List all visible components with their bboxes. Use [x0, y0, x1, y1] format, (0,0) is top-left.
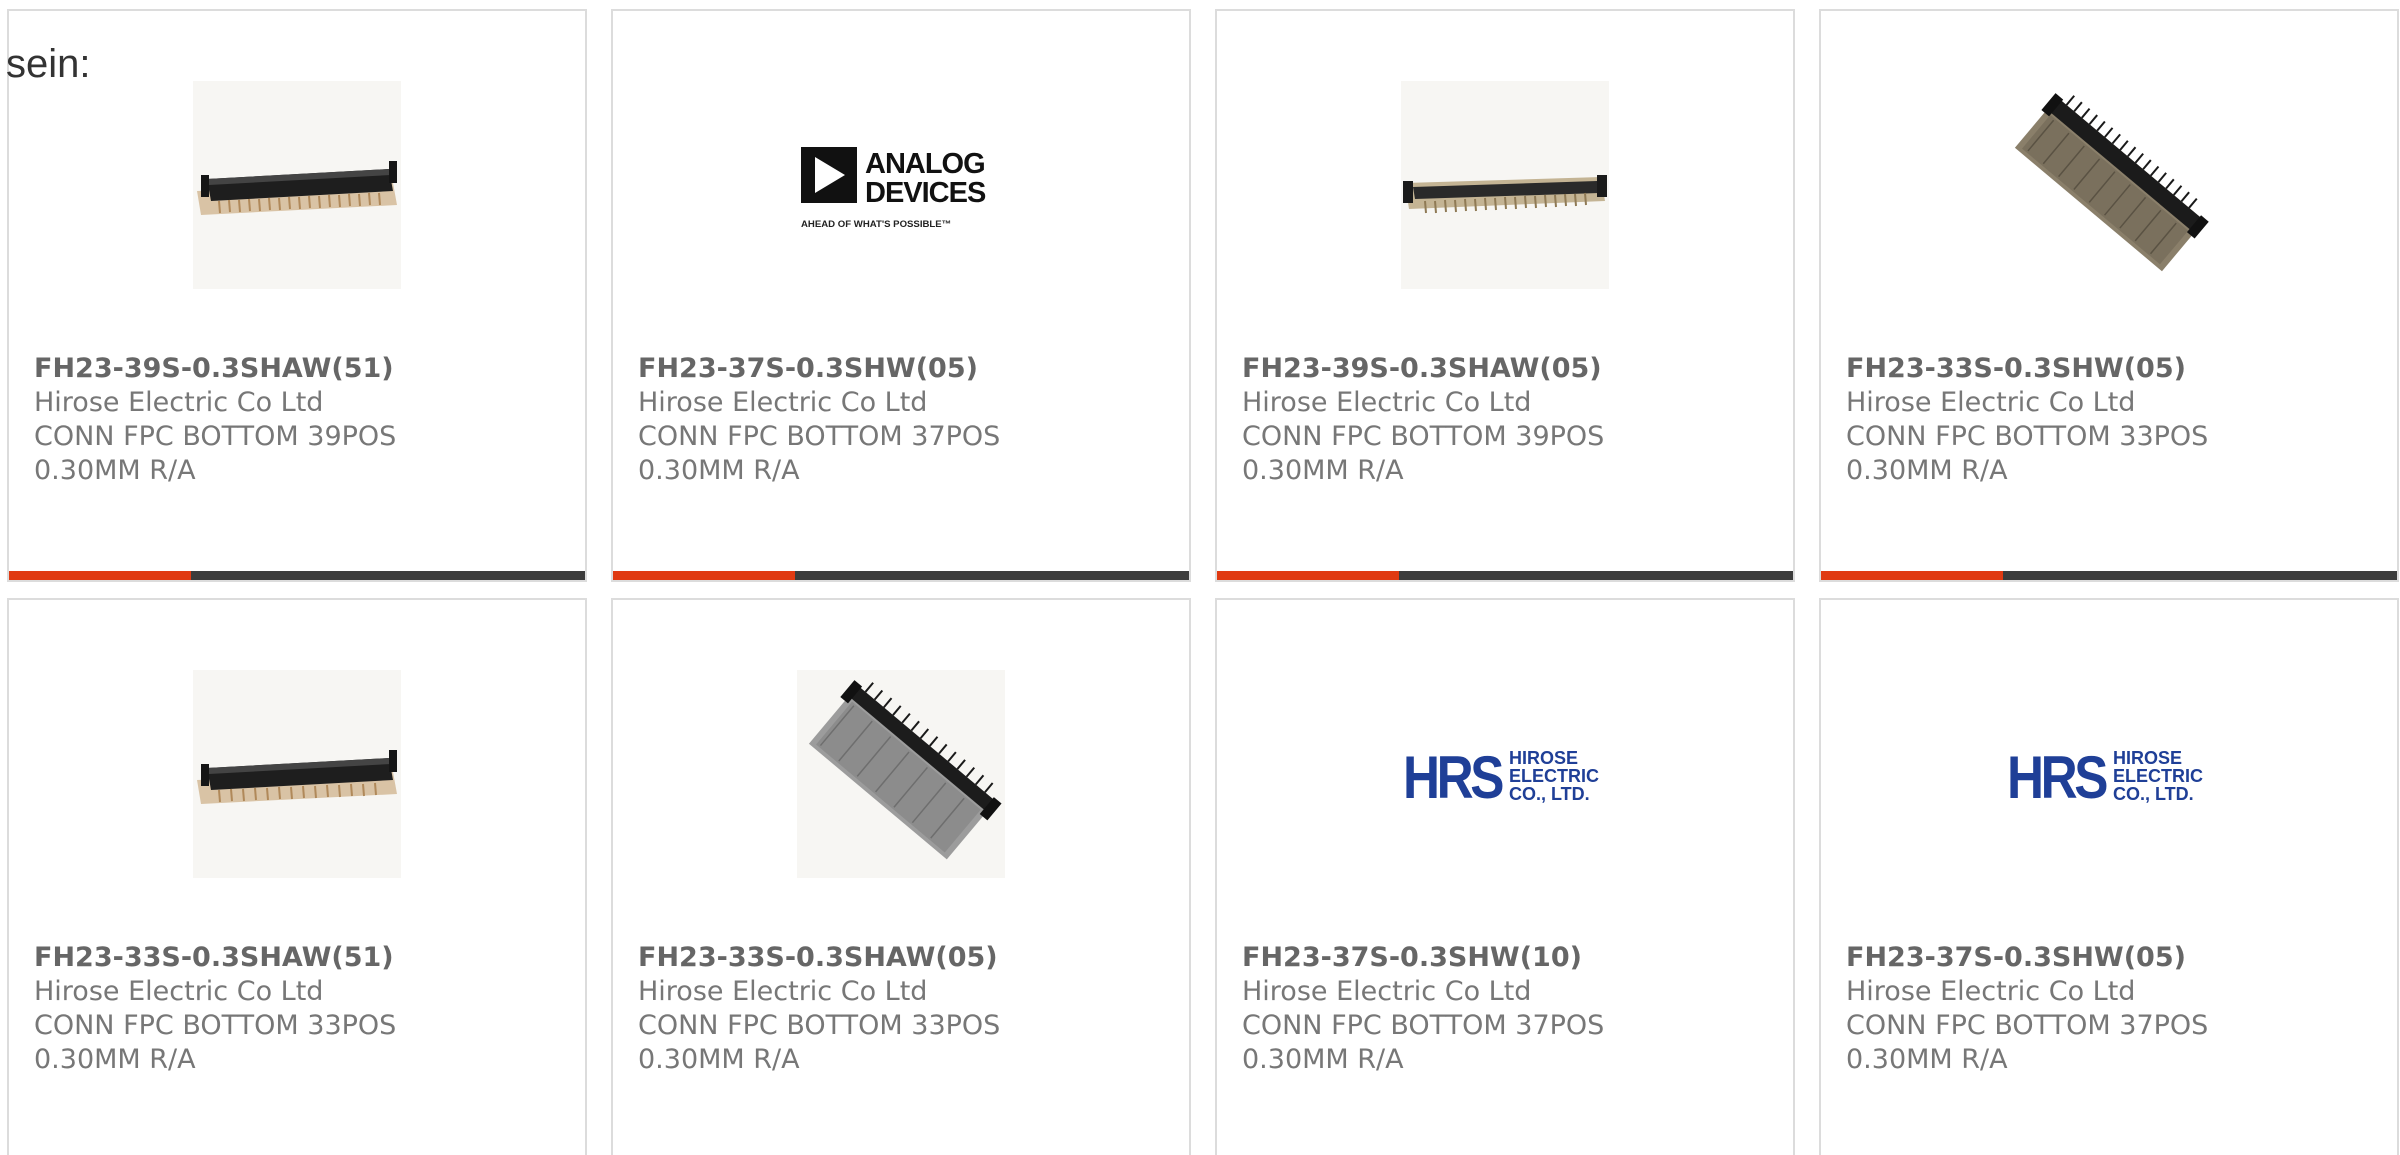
hirose-logo: HRS HIROSE ELECTRIC CO., LTD.: [2005, 670, 2213, 878]
part-number-link[interactable]: FH23-33S-0.3SHAW(51): [34, 941, 565, 975]
product-card[interactable]: HRS HIROSE ELECTRIC CO., LTD. FH23-37S-0…: [1819, 598, 2399, 1155]
hirose-logo-line3: CO., LTD.: [2113, 784, 2194, 804]
manufacturer-name: Hirose Electric Co Ltd: [1242, 387, 1532, 418]
card-accent-fill: [1821, 571, 2003, 580]
manufacturer-name: Hirose Electric Co Ltd: [1242, 976, 1532, 1007]
product-info: FH23-33S-0.3SHAW(51) Hirose Electric Co …: [34, 941, 565, 1077]
description-line-2: 0.30MM R/A: [638, 1044, 800, 1075]
product-info: FH23-33S-0.3SHAW(05) Hirose Electric Co …: [638, 941, 1169, 1077]
hirose-logo-line2: ELECTRIC: [2113, 766, 2203, 786]
part-number-link[interactable]: FH23-33S-0.3SHW(05): [1846, 352, 2377, 386]
fpc-connector-angled-grey-icon: [797, 670, 1005, 878]
description-line-1: CONN FPC BOTTOM 37POS: [638, 421, 1001, 452]
manufacturer-name: Hirose Electric Co Ltd: [638, 976, 928, 1007]
analog-devices-logo-line1: ANALOG: [865, 148, 985, 180]
product-results-page: sein: FH23-39S-0.3SHAW(51) Hirose Electr…: [0, 0, 2400, 1155]
description-line-2: 0.30MM R/A: [1846, 455, 2008, 486]
description-line-1: CONN FPC BOTTOM 33POS: [1846, 421, 2209, 452]
product-image[interactable]: [193, 81, 401, 289]
product-image[interactable]: HRS HIROSE ELECTRIC CO., LTD.: [2005, 670, 2213, 878]
product-image[interactable]: ANALOG DEVICES AHEAD OF WHAT'S POSSIBLE™: [797, 81, 1005, 289]
card-accent-fill: [1217, 571, 1399, 580]
description-line-2: 0.30MM R/A: [1242, 1044, 1404, 1075]
description-line-2: 0.30MM R/A: [34, 455, 196, 486]
product-info: FH23-37S-0.3SHW(10) Hirose Electric Co L…: [1242, 941, 1773, 1077]
card-accent-fill: [613, 571, 795, 580]
description-line-2: 0.30MM R/A: [1846, 1044, 2008, 1075]
product-card[interactable]: FH23-39S-0.3SHAW(51) Hirose Electric Co …: [7, 9, 587, 582]
hirose-logo: HRS HIROSE ELECTRIC CO., LTD.: [1401, 670, 1609, 878]
manufacturer-name: Hirose Electric Co Ltd: [638, 387, 928, 418]
product-image[interactable]: HRS HIROSE ELECTRIC CO., LTD.: [1401, 670, 1609, 878]
part-number-link[interactable]: FH23-39S-0.3SHAW(05): [1242, 352, 1773, 386]
card-accent-bar: [9, 571, 585, 580]
card-accent-bar: [1217, 571, 1793, 580]
card-accent-bar: [1821, 571, 2397, 580]
analog-devices-logo: ANALOG DEVICES AHEAD OF WHAT'S POSSIBLE™: [797, 81, 1005, 289]
hirose-logo-line1: HIROSE: [2113, 748, 2182, 768]
product-info: FH23-39S-0.3SHAW(05) Hirose Electric Co …: [1242, 352, 1773, 488]
manufacturer-name: Hirose Electric Co Ltd: [1846, 976, 2136, 1007]
product-info: FH23-37S-0.3SHW(05) Hirose Electric Co L…: [1846, 941, 2377, 1077]
description-line-1: CONN FPC BOTTOM 39POS: [34, 421, 397, 452]
fpc-connector-angled-icon: [2005, 81, 2213, 289]
description-line-1: CONN FPC BOTTOM 33POS: [638, 1010, 1001, 1041]
product-info: FH23-37S-0.3SHW(05) Hirose Electric Co L…: [638, 352, 1169, 488]
product-image[interactable]: [797, 670, 1005, 878]
product-grid: FH23-39S-0.3SHAW(51) Hirose Electric Co …: [0, 0, 2400, 1155]
part-number-link[interactable]: FH23-37S-0.3SHW(10): [1242, 941, 1773, 975]
intro-text: sein:: [6, 42, 91, 86]
description-line-2: 0.30MM R/A: [34, 1044, 196, 1075]
hirose-logo-line1: HIROSE: [1509, 748, 1578, 768]
description-line-1: CONN FPC BOTTOM 37POS: [1242, 1010, 1605, 1041]
description-line-1: CONN FPC BOTTOM 37POS: [1846, 1010, 2209, 1041]
fpc-connector-flat-beige-icon: [1401, 81, 1609, 289]
description-line-2: 0.30MM R/A: [638, 455, 800, 486]
hirose-logo-mark: HRS: [1403, 744, 1503, 811]
hirose-logo-line2: ELECTRIC: [1509, 766, 1599, 786]
card-accent-bar: [613, 571, 1189, 580]
product-image[interactable]: [1401, 81, 1609, 289]
part-number-link[interactable]: FH23-39S-0.3SHAW(51): [34, 352, 565, 386]
product-card[interactable]: FH23-33S-0.3SHAW(51) Hirose Electric Co …: [7, 598, 587, 1155]
manufacturer-name: Hirose Electric Co Ltd: [1846, 387, 2136, 418]
manufacturer-name: Hirose Electric Co Ltd: [34, 387, 324, 418]
card-accent-fill: [9, 571, 191, 580]
product-image[interactable]: [2005, 81, 2213, 289]
manufacturer-name: Hirose Electric Co Ltd: [34, 976, 324, 1007]
product-card[interactable]: FH23-39S-0.3SHAW(05) Hirose Electric Co …: [1215, 9, 1795, 582]
description-line-1: CONN FPC BOTTOM 33POS: [34, 1010, 397, 1041]
part-number-link[interactable]: FH23-37S-0.3SHW(05): [1846, 941, 2377, 975]
analog-devices-logo-tagline: AHEAD OF WHAT'S POSSIBLE™: [801, 219, 951, 230]
fpc-connector-flat-dark-icon: [193, 81, 401, 289]
product-card[interactable]: HRS HIROSE ELECTRIC CO., LTD. FH23-37S-0…: [1215, 598, 1795, 1155]
part-number-link[interactable]: FH23-33S-0.3SHAW(05): [638, 941, 1169, 975]
analog-devices-logo-line2: DEVICES: [865, 177, 986, 209]
product-card[interactable]: FH23-33S-0.3SHW(05) Hirose Electric Co L…: [1819, 9, 2399, 582]
product-info: FH23-33S-0.3SHW(05) Hirose Electric Co L…: [1846, 352, 2377, 488]
product-card[interactable]: FH23-33S-0.3SHAW(05) Hirose Electric Co …: [611, 598, 1191, 1155]
description-line-1: CONN FPC BOTTOM 39POS: [1242, 421, 1605, 452]
description-line-2: 0.30MM R/A: [1242, 455, 1404, 486]
product-image[interactable]: [193, 670, 401, 878]
product-card[interactable]: ANALOG DEVICES AHEAD OF WHAT'S POSSIBLE™…: [611, 9, 1191, 582]
hirose-logo-mark: HRS: [2007, 744, 2107, 811]
part-number-link[interactable]: FH23-37S-0.3SHW(05): [638, 352, 1169, 386]
fpc-connector-flat-dark-icon: [193, 670, 401, 878]
product-info: FH23-39S-0.3SHAW(51) Hirose Electric Co …: [34, 352, 565, 488]
hirose-logo-line3: CO., LTD.: [1509, 784, 1590, 804]
